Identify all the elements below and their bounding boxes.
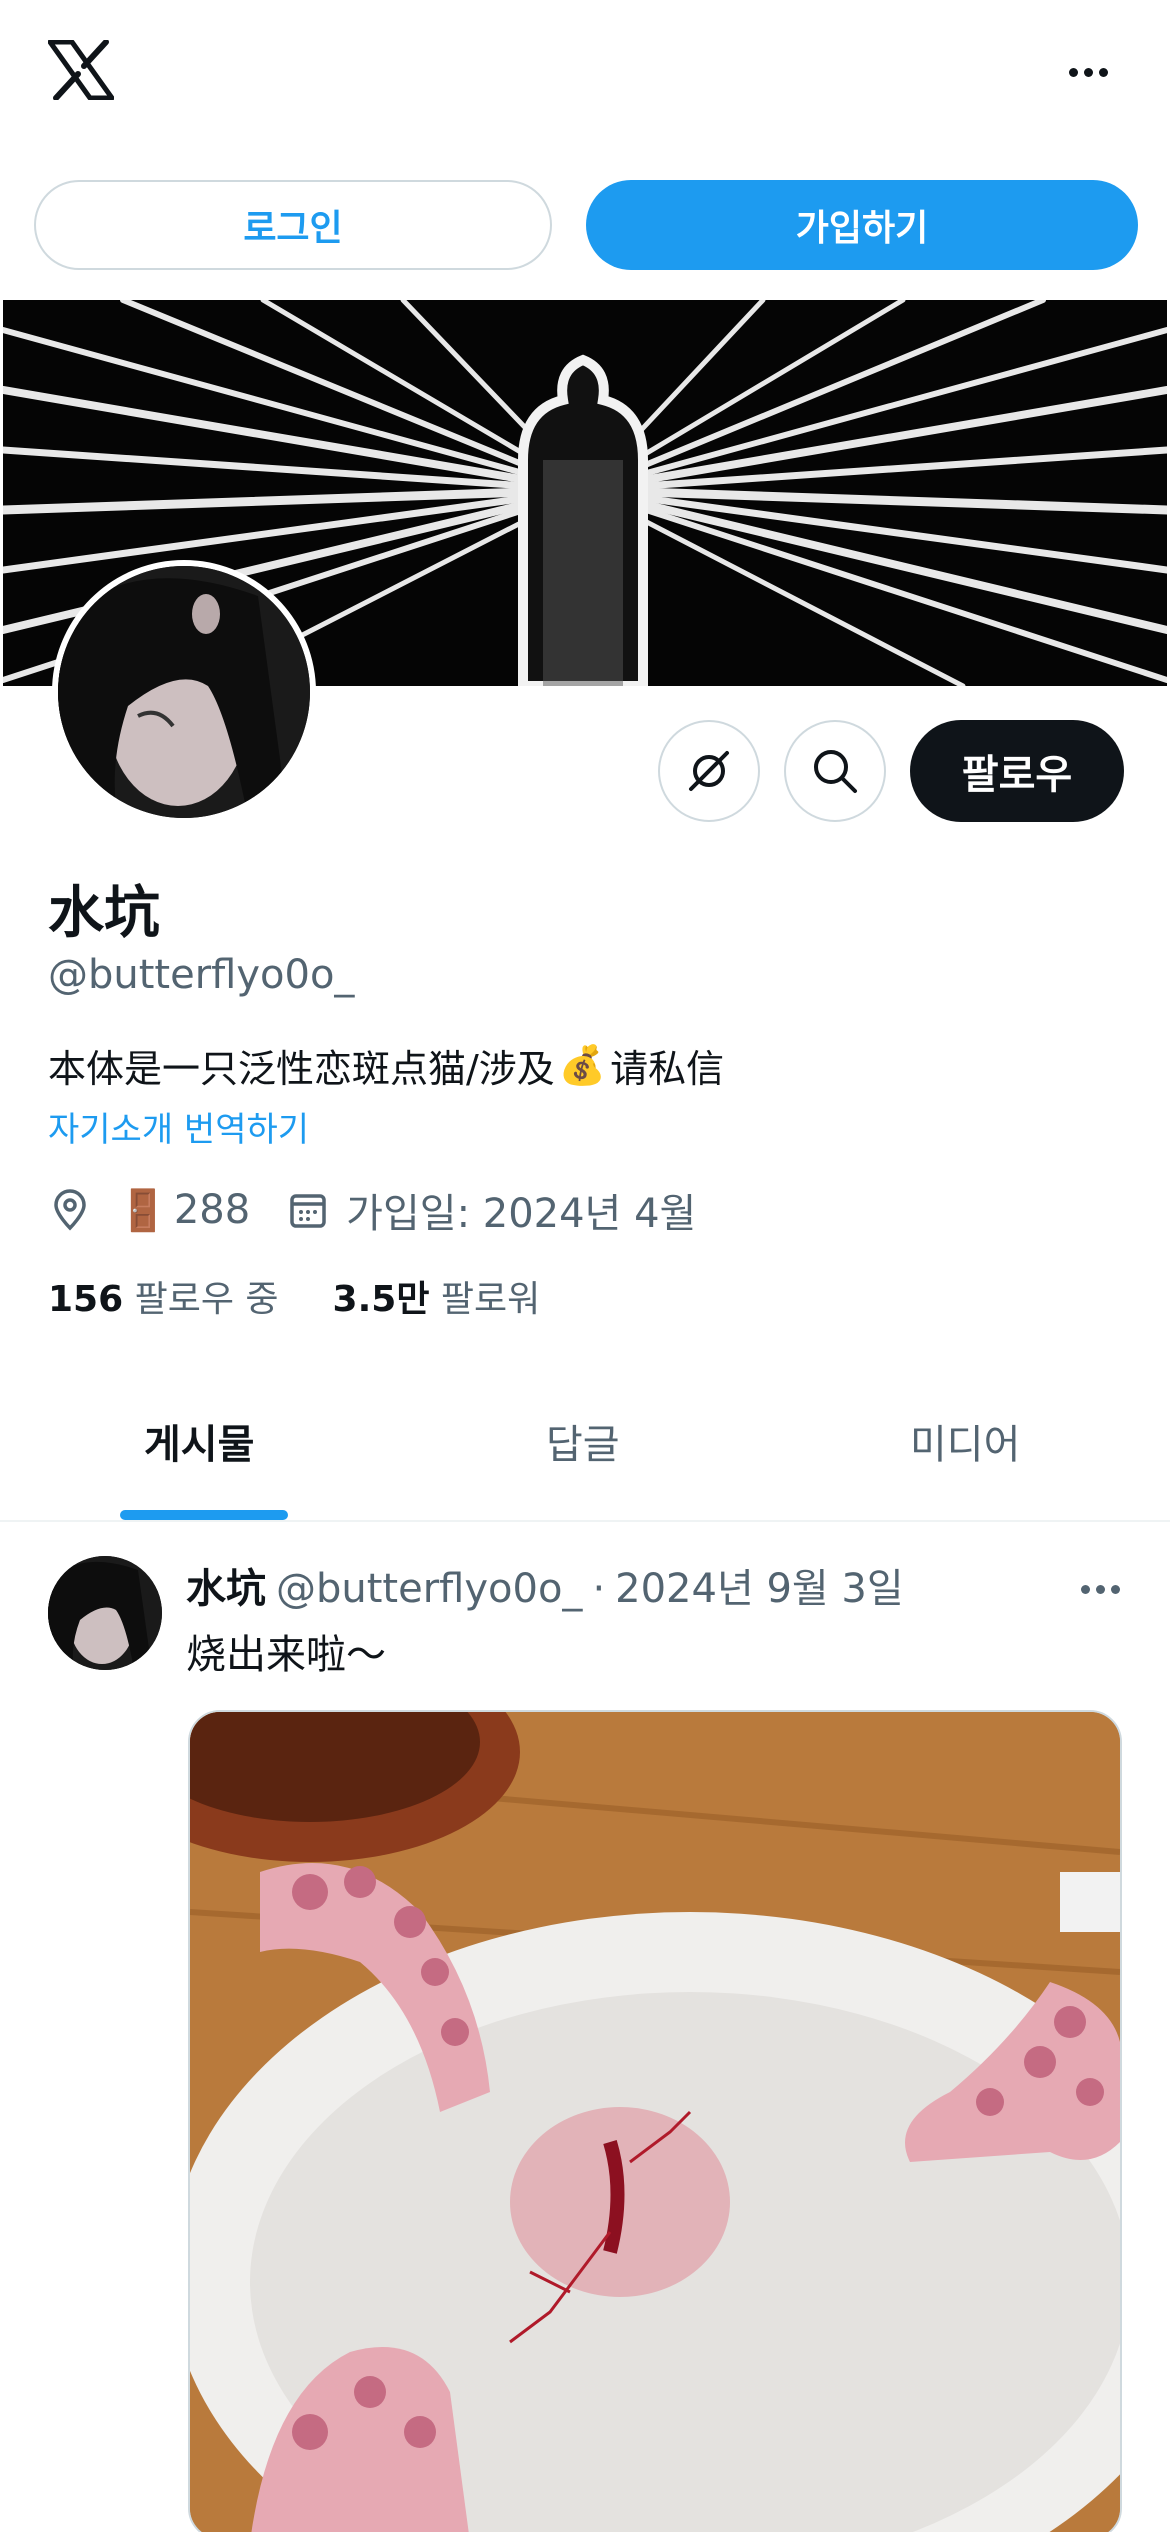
post-media-image[interactable]	[188, 1710, 1122, 2532]
follow-stats: 156 팔로우 중 3.5만 팔로워	[48, 1270, 540, 1322]
profile-meta: 🚪 288 가입일: 2024년 4월	[48, 1178, 696, 1242]
post-header: 水坑 @butterflyo0o_ · 2024년 9월 3일	[186, 1556, 904, 1614]
followers-label: 팔로워	[440, 1279, 541, 1320]
more-horizontal-icon[interactable]	[1058, 52, 1118, 92]
bio-text-prefix: 本体是一只泛性恋斑点猫/涉及	[48, 1047, 555, 1091]
x-logo-icon[interactable]	[47, 39, 115, 101]
joined-date: 가입일: 2024년 4월	[346, 1191, 697, 1237]
post-text: 烧出来啦～	[186, 1632, 386, 1678]
follow-button[interactable]: 팔로우	[910, 720, 1124, 822]
location-text: 288	[173, 1187, 251, 1233]
profile-tabs: 게시물 답글 미디어	[0, 1378, 1170, 1522]
profile-avatar[interactable]	[52, 560, 316, 824]
money-bag-emoji: 💰	[558, 1043, 607, 1087]
grok-icon[interactable]	[658, 720, 760, 822]
active-tab-indicator	[120, 1510, 288, 1520]
post-author-name[interactable]: 水坑	[186, 1556, 266, 1614]
more-horizontal-icon[interactable]	[1070, 1574, 1130, 1604]
following-label: 팔로우 중	[134, 1279, 279, 1320]
post-date[interactable]: 2024년 9월 3일	[615, 1556, 904, 1614]
post-separator: ·	[592, 1566, 606, 1612]
tab-media[interactable]: 미디어	[910, 1412, 1020, 1470]
following-count: 156	[48, 1279, 124, 1320]
profile-bio: 本体是一只泛性恋斑点猫/涉及 💰 请私信	[48, 1038, 724, 1093]
search-icon[interactable]	[784, 720, 886, 822]
top-bar	[0, 0, 1170, 150]
bio-text-suffix: 请私信	[610, 1047, 725, 1091]
followers-count: 3.5만	[332, 1279, 430, 1320]
signup-button[interactable]: 가입하기	[586, 180, 1138, 270]
door-emoji: 🚪	[118, 1187, 168, 1234]
tab-posts[interactable]: 게시물	[144, 1412, 254, 1470]
profile-handle: @butterflyo0o_	[48, 952, 355, 998]
following-link[interactable]: 156 팔로우 중	[48, 1270, 279, 1322]
post-author-avatar[interactable]	[48, 1556, 162, 1670]
location-pin-icon	[48, 1188, 92, 1232]
translate-bio-link[interactable]: 자기소개 번역하기	[48, 1102, 309, 1151]
profile-name: 水坑	[48, 881, 160, 946]
tab-replies[interactable]: 답글	[546, 1412, 620, 1470]
login-button[interactable]: 로그인	[34, 180, 552, 270]
followers-link[interactable]: 3.5만 팔로워	[333, 1270, 541, 1322]
calendar-icon	[286, 1188, 330, 1232]
post-author-handle[interactable]: @butterflyo0o_	[276, 1566, 582, 1612]
auth-row: 로그인 가입하기	[34, 180, 1138, 272]
